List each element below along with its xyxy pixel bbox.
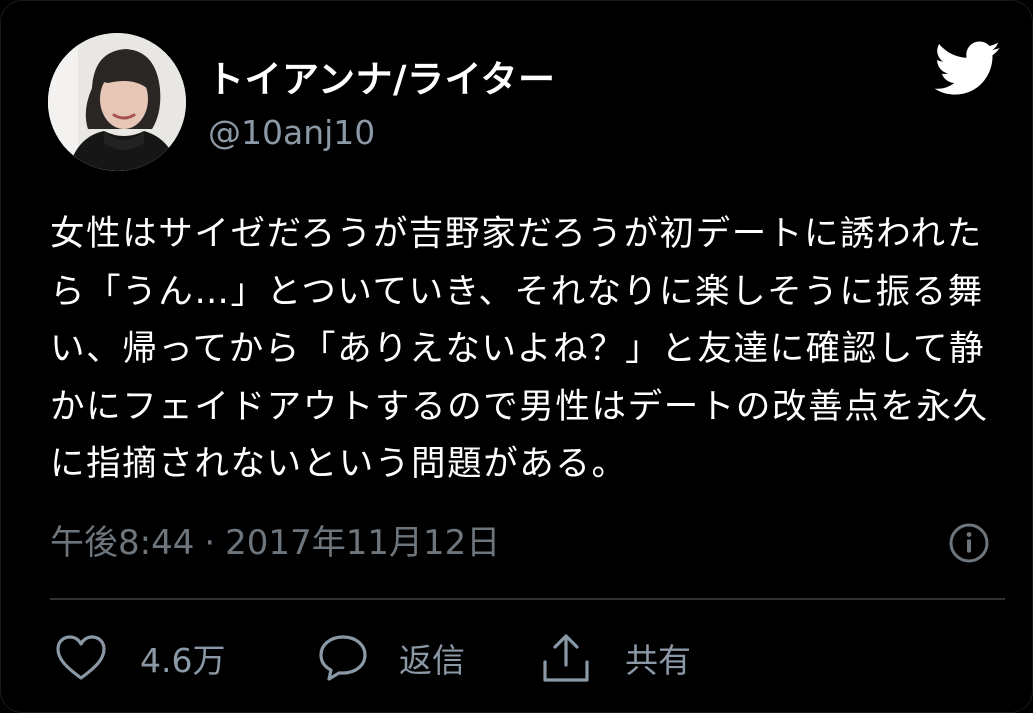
tweet-text: 女性はサイゼだろうが吉野家だろうが初デートに誘われたら「うん…」とついていき、そ… (50, 214, 989, 484)
tweet-timestamp[interactable]: 午後8:44 · 2017年11月12日 (50, 515, 500, 564)
tweet-card: トイアンナ/ライター @10anj10 女性はサイゼだろうが吉野家だろうが初デー… (0, 0, 1033, 713)
meta-separator: · (204, 523, 216, 563)
tweet-time: 午後8:44 (50, 523, 195, 563)
heart-icon (54, 634, 108, 682)
like-button[interactable]: 4.6万 (54, 623, 225, 693)
speech-bubble-icon (317, 633, 369, 683)
reply-button[interactable]: 返信 (317, 623, 465, 693)
divider (50, 598, 1005, 600)
like-count: 4.6万 (140, 641, 226, 680)
share-icon (541, 632, 591, 684)
tweet-actions: 4.6万 返信 共有 (1, 623, 1033, 693)
info-icon[interactable] (948, 522, 990, 564)
tweet-date: 2017年11月12日 (225, 523, 501, 563)
share-label: 共有 (625, 641, 691, 680)
reply-label: 返信 (399, 641, 465, 680)
twitter-bird-icon[interactable] (934, 41, 1001, 97)
avatar[interactable] (48, 33, 186, 171)
share-button[interactable]: 共有 (541, 623, 691, 693)
display-name[interactable]: トイアンナ/ライター (207, 49, 556, 103)
user-handle[interactable]: @10anj10 (208, 113, 375, 152)
